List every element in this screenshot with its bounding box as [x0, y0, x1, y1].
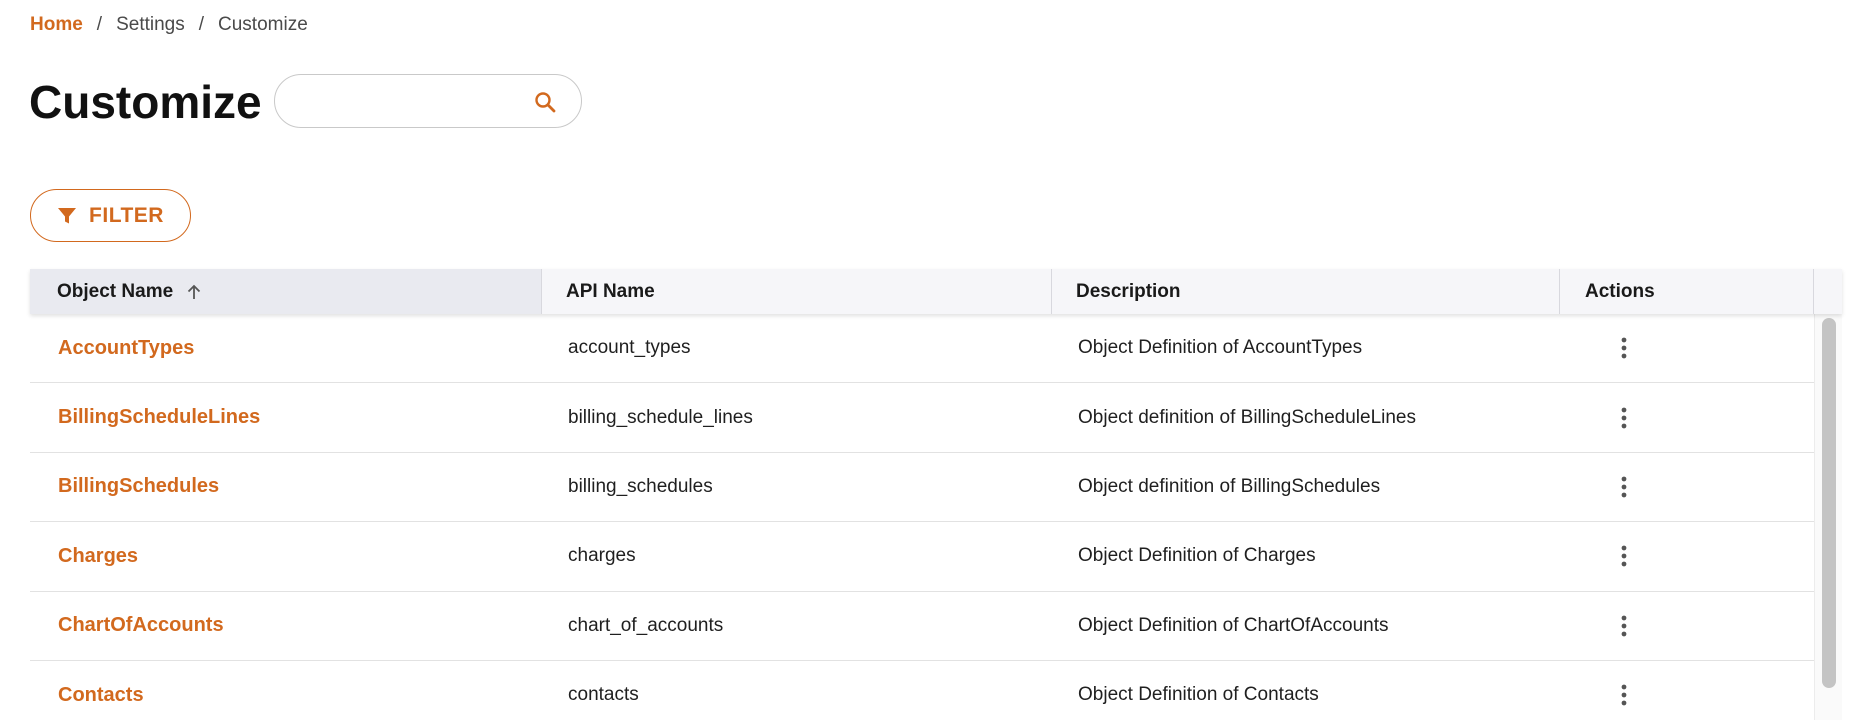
search-box [274, 74, 582, 128]
object-name-link[interactable]: AccountTypes [58, 337, 194, 359]
table-row: ChartOfAccounts chart_of_accounts Object… [30, 592, 1814, 661]
api-name-cell: chart_of_accounts [568, 614, 724, 636]
scrollbar-thumb[interactable] [1822, 318, 1836, 688]
object-name-cell: Charges [30, 545, 542, 568]
api-name-cell: charges [568, 545, 636, 567]
column-header-object-name[interactable]: Object Name [30, 269, 542, 314]
api-name-cell: billing_schedule_lines [568, 406, 753, 428]
more-actions-icon[interactable] [1612, 403, 1636, 433]
table-header: Object Name API Name Description Actions [30, 269, 1842, 314]
table-scrollbar[interactable] [1814, 314, 1842, 720]
object-name-link[interactable]: Charges [58, 545, 138, 567]
object-name-cell: AccountTypes [30, 337, 542, 360]
description-cell: Object Definition of Contacts [1078, 684, 1319, 706]
description-cell: Object Definition of Charges [1078, 545, 1316, 567]
object-name-cell: ChartOfAccounts [30, 614, 542, 637]
description-cell: Object Definition of AccountTypes [1078, 337, 1363, 359]
table-row: BillingScheduleLines billing_schedule_li… [30, 383, 1814, 453]
column-header-actions: Actions [1560, 269, 1814, 314]
page-title: Customize [29, 76, 262, 128]
column-header-label: Object Name [57, 280, 174, 302]
actions-cell [1560, 453, 1814, 521]
column-header-description[interactable]: Description [1052, 269, 1560, 314]
breadcrumb-separator: / [96, 14, 103, 35]
filter-button[interactable]: FILTER [30, 189, 191, 242]
breadcrumb: Home / Settings / Customize [30, 10, 308, 40]
table-row: BillingSchedules billing_schedules Objec… [30, 453, 1814, 523]
object-name-cell: BillingScheduleLines [30, 406, 542, 429]
actions-cell [1560, 661, 1814, 720]
objects-table: Object Name API Name Description Actions… [30, 269, 1842, 720]
search-icon[interactable] [533, 90, 557, 114]
description-cell: Object Definition of ChartOfAccounts [1078, 614, 1389, 636]
more-actions-icon[interactable] [1612, 541, 1636, 571]
more-actions-icon[interactable] [1612, 333, 1636, 363]
object-name-cell: BillingSchedules [30, 475, 542, 498]
more-actions-icon[interactable] [1612, 680, 1636, 710]
api-name-cell: contacts [568, 684, 639, 706]
filter-icon [58, 207, 77, 223]
actions-cell [1560, 592, 1814, 660]
table-row: Charges charges Object Definition of Cha… [30, 522, 1814, 592]
breadcrumb-current: Customize [218, 14, 308, 35]
object-name-link[interactable]: ChartOfAccounts [58, 614, 224, 636]
breadcrumb-home-link[interactable]: Home [30, 14, 83, 36]
breadcrumb-separator: / [198, 14, 205, 35]
description-cell: Object definition of BillingSchedules [1078, 475, 1381, 497]
sort-ascending-icon[interactable] [185, 283, 203, 301]
object-name-link[interactable]: BillingSchedules [58, 475, 219, 497]
object-name-link[interactable]: BillingScheduleLines [58, 406, 260, 428]
more-actions-icon[interactable] [1612, 611, 1636, 641]
filter-button-label: FILTER [89, 203, 164, 227]
description-cell: Object definition of BillingScheduleLine… [1078, 406, 1416, 428]
object-name-link[interactable]: Contacts [58, 684, 144, 706]
api-name-cell: account_types [568, 337, 691, 359]
search-input[interactable] [293, 85, 523, 117]
api-name-cell: billing_schedules [568, 475, 713, 497]
table-row: Contacts contacts Object Definition of C… [30, 661, 1814, 720]
column-header-label: API Name [566, 280, 655, 302]
column-header-label: Actions [1585, 280, 1655, 302]
column-header-api-name[interactable]: API Name [542, 269, 1052, 314]
more-actions-icon[interactable] [1612, 472, 1636, 502]
column-header-label: Description [1076, 280, 1181, 302]
actions-cell [1560, 522, 1814, 590]
breadcrumb-settings-link[interactable]: Settings [116, 14, 185, 36]
table-body: AccountTypes account_types Object Defini… [30, 314, 1814, 720]
actions-cell [1560, 383, 1814, 451]
object-name-cell: Contacts [30, 684, 542, 707]
actions-cell [1560, 314, 1814, 382]
table-row: AccountTypes account_types Object Defini… [30, 314, 1814, 384]
header-scroll-spacer [1814, 269, 1842, 314]
